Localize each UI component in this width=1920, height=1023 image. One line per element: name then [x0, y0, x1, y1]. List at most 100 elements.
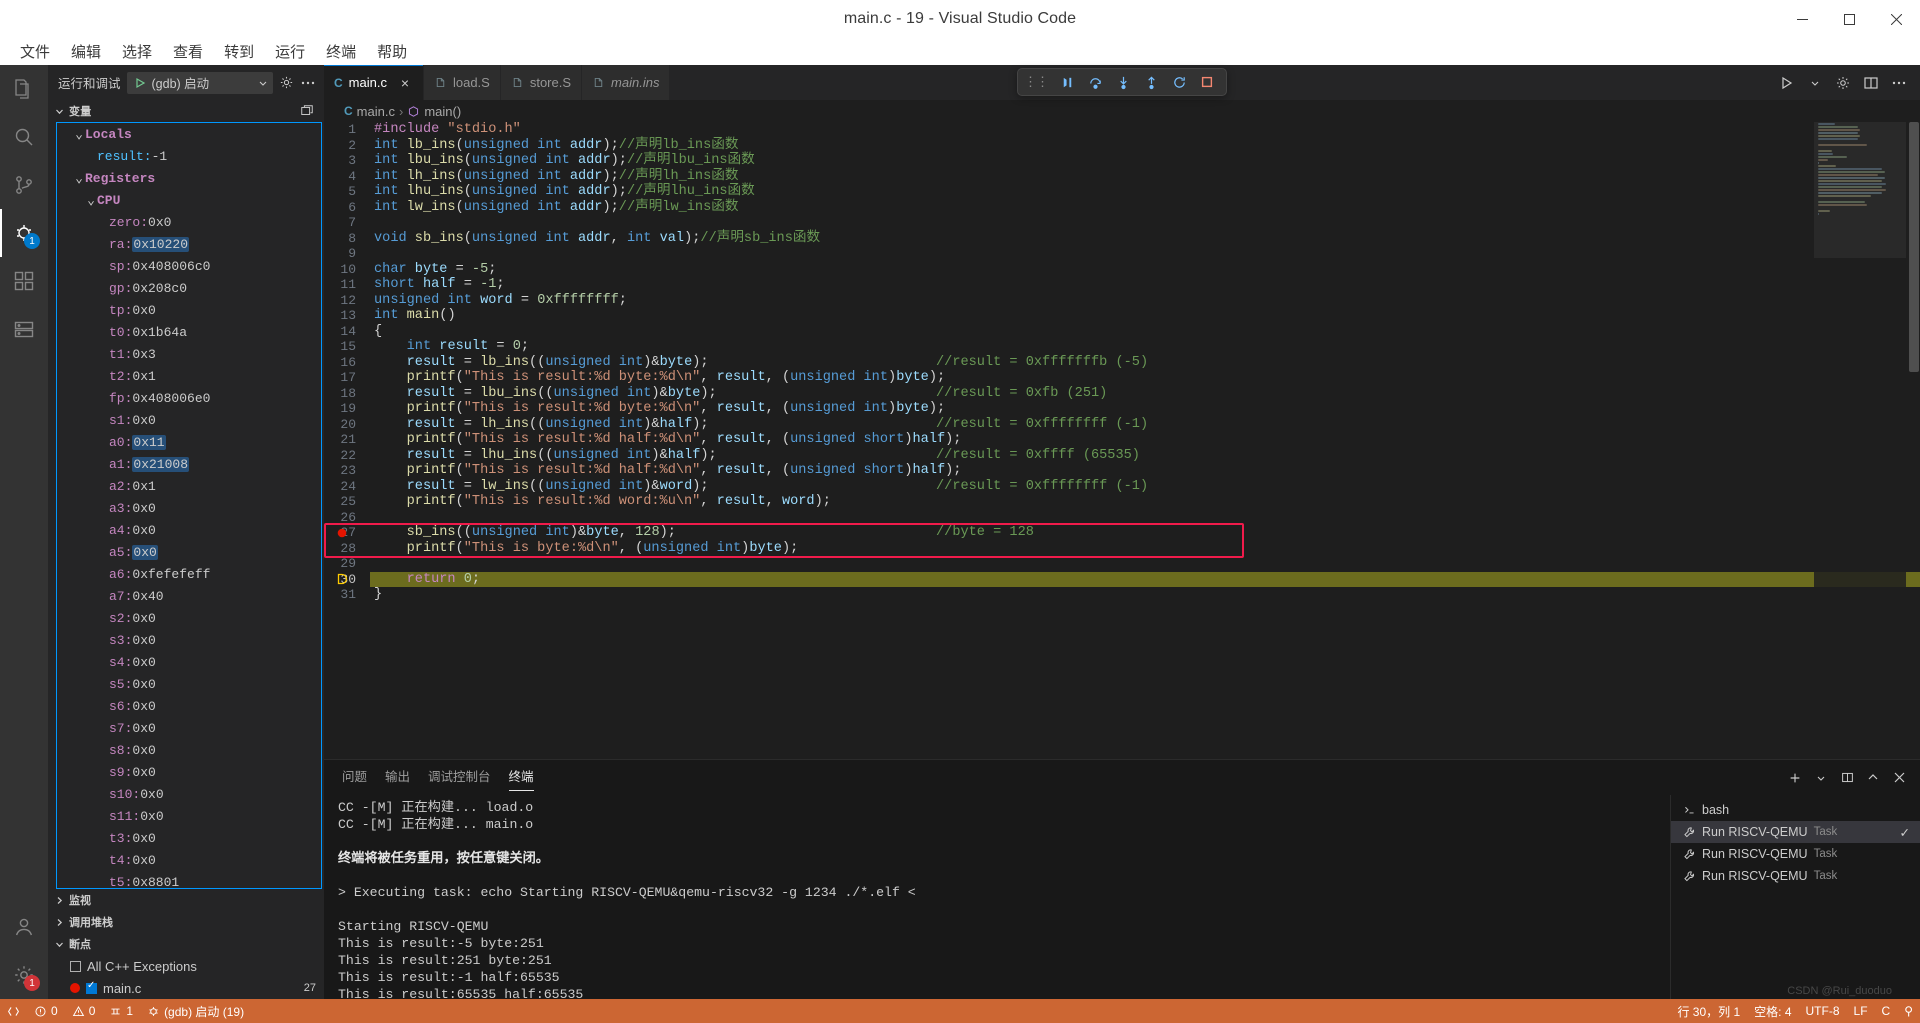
split-terminal-icon[interactable]: [1836, 767, 1858, 789]
code-text[interactable]: }: [370, 587, 1920, 603]
variable-row[interactable]: a5: 0x0: [57, 541, 321, 563]
code-line[interactable]: 28 printf("This is byte:%d\n", (unsigned…: [324, 541, 1920, 557]
code-line[interactable]: 2int lb_ins(unsigned int addr);//声明lb_in…: [324, 138, 1920, 154]
code-line[interactable]: 13int main(): [324, 308, 1920, 324]
tab-store-s[interactable]: store.S: [501, 65, 582, 100]
code-text[interactable]: printf("This is byte:%d\n", (unsigned in…: [370, 541, 1920, 557]
editor-scrollbar[interactable]: [1906, 122, 1920, 759]
code-line[interactable]: 15 int result = 0;: [324, 339, 1920, 355]
more-actions-icon[interactable]: [1886, 70, 1912, 96]
breakpoints-header[interactable]: 断点: [48, 933, 324, 955]
tab-problems[interactable]: 问题: [342, 766, 367, 789]
terminal-list-item[interactable]: Run RISCV-QEMUTask: [1671, 865, 1920, 887]
code-line[interactable]: 18 result = lbu_ins((unsigned int)&byte)…: [324, 386, 1920, 402]
code-text[interactable]: short half = -1;: [370, 277, 1920, 293]
variable-row[interactable]: t2: 0x1: [57, 365, 321, 387]
code-text[interactable]: sb_ins((unsigned int)&byte, 128);//byte …: [370, 525, 1920, 541]
code-line[interactable]: 21 printf("This is result:%d half:%d\n",…: [324, 432, 1920, 448]
variable-row[interactable]: a7: 0x40: [57, 585, 321, 607]
code-line[interactable]: 20 result = lh_ins((unsigned int)&half);…: [324, 417, 1920, 433]
tab-main-c[interactable]: C main.c ×: [324, 65, 424, 100]
twisty-icon[interactable]: ⌄: [73, 127, 85, 142]
code-line[interactable]: 26: [324, 510, 1920, 526]
status-eol[interactable]: LF: [1847, 999, 1875, 1023]
checkbox[interactable]: [70, 961, 81, 972]
step-into-button[interactable]: [1110, 70, 1136, 94]
variable-row[interactable]: s3: 0x0: [57, 629, 321, 651]
code-text[interactable]: int lbu_ins(unsigned int addr);//声明lbu_i…: [370, 153, 1920, 169]
terminal-tabs-list[interactable]: bashRun RISCV-QEMUTask✓Run RISCV-QEMUTas…: [1670, 795, 1920, 999]
code-line[interactable]: 5int lhu_ins(unsigned int addr);//声明lhu_…: [324, 184, 1920, 200]
close-icon[interactable]: ×: [397, 75, 413, 91]
variables-header[interactable]: 变量: [48, 100, 324, 122]
variable-row[interactable]: t0: 0x1b64a: [57, 321, 321, 343]
variable-row[interactable]: s11: 0x0: [57, 805, 321, 827]
step-over-button[interactable]: [1082, 70, 1108, 94]
split-editor-icon[interactable]: [1858, 70, 1884, 96]
code-line[interactable]: 22 result = lhu_ins((unsigned int)&half)…: [324, 448, 1920, 464]
variable-row[interactable]: s9: 0x0: [57, 761, 321, 783]
run-or-debug-icon[interactable]: [1774, 70, 1800, 96]
breakpoint-item-mainc[interactable]: main.c 27: [48, 977, 324, 999]
code-text[interactable]: result = lbu_ins((unsigned int)&byte);//…: [370, 386, 1920, 402]
activity-explorer[interactable]: [0, 65, 48, 113]
ellipsis-icon[interactable]: [300, 76, 316, 90]
status-forwarded-ports[interactable]: 1: [102, 999, 140, 1023]
variable-row[interactable]: fp: 0x408006e0: [57, 387, 321, 409]
code-text[interactable]: unsigned int word = 0xffffffff;: [370, 293, 1920, 309]
code-text[interactable]: int result = 0;: [370, 339, 1920, 355]
watch-header[interactable]: 监视: [48, 889, 324, 911]
code-text[interactable]: result = lb_ins((unsigned int)&byte);//r…: [370, 355, 1920, 371]
variable-row[interactable]: s6: 0x0: [57, 695, 321, 717]
code-line[interactable]: 24 result = lw_ins((unsigned int)&word);…: [324, 479, 1920, 495]
settings-icon[interactable]: [1830, 70, 1856, 96]
status-cursor-position[interactable]: 行 30，列 1: [1670, 999, 1747, 1023]
variables-tree[interactable]: ⌄Localsresult: -1⌄Registers⌄CPUzero: 0x0…: [56, 122, 322, 889]
code-line[interactable]: 4int lh_ins(unsigned int addr);//声明lh_in…: [324, 169, 1920, 185]
code-editor[interactable]: 1#include "stdio.h"2int lb_ins(unsigned …: [324, 122, 1920, 759]
code-text[interactable]: char byte = -5;: [370, 262, 1920, 278]
breadcrumb-symbol[interactable]: main(): [424, 104, 461, 119]
status-encoding[interactable]: UTF-8: [1799, 999, 1847, 1023]
variable-row[interactable]: ⌄CPU: [57, 189, 321, 211]
maximize-panel-icon[interactable]: [1862, 767, 1884, 789]
continue-button[interactable]: [1054, 70, 1080, 94]
variable-row[interactable]: s10: 0x0: [57, 783, 321, 805]
breakpoint-glyph-icon[interactable]: [332, 525, 352, 541]
variable-row[interactable]: t5: 0x8801: [57, 871, 321, 889]
code-text[interactable]: #include "stdio.h": [370, 122, 1920, 138]
tab-terminal[interactable]: 终端: [509, 766, 534, 789]
code-line[interactable]: 7: [324, 215, 1920, 231]
terminal-list-item[interactable]: Run RISCV-QEMUTask: [1671, 843, 1920, 865]
code-text[interactable]: printf("This is result:%d half:%d\n", re…: [370, 463, 1920, 479]
menu-edit[interactable]: 编辑: [63, 39, 109, 64]
twisty-icon[interactable]: ⌄: [73, 171, 85, 186]
checkbox[interactable]: [86, 983, 97, 994]
breadcrumb-file[interactable]: main.c: [357, 104, 395, 119]
code-line[interactable]: 3int lbu_ins(unsigned int addr);//声明lbu_…: [324, 153, 1920, 169]
chevron-down-icon[interactable]: [1802, 70, 1828, 96]
variable-row[interactable]: a3: 0x0: [57, 497, 321, 519]
code-text[interactable]: result = lhu_ins((unsigned int)&half);//…: [370, 448, 1920, 464]
menu-view[interactable]: 查看: [165, 39, 211, 64]
code-text[interactable]: printf("This is result:%d word:%u\n", re…: [370, 494, 1920, 510]
code-line[interactable]: 11short half = -1;: [324, 277, 1920, 293]
close-panel-icon[interactable]: [1888, 767, 1910, 789]
menu-help[interactable]: 帮助: [369, 39, 415, 64]
variable-row[interactable]: t1: 0x3: [57, 343, 321, 365]
variable-row[interactable]: s1: 0x0: [57, 409, 321, 431]
maximize-button[interactable]: [1826, 0, 1873, 38]
stop-button[interactable]: [1194, 70, 1220, 94]
restart-button[interactable]: [1166, 70, 1192, 94]
terminal-list-item[interactable]: bash: [1671, 799, 1920, 821]
variable-row[interactable]: zero: 0x0: [57, 211, 321, 233]
code-text[interactable]: int lh_ins(unsigned int addr);//声明lh_ins…: [370, 169, 1920, 185]
code-line[interactable]: 14{: [324, 324, 1920, 340]
variable-row[interactable]: a2: 0x1: [57, 475, 321, 497]
variable-row[interactable]: s8: 0x0: [57, 739, 321, 761]
status-debug-session[interactable]: (gdb) 启动 (19): [140, 999, 251, 1023]
variable-row[interactable]: t3: 0x0: [57, 827, 321, 849]
terminal-list-item[interactable]: Run RISCV-QEMUTask✓: [1671, 821, 1920, 843]
menu-run[interactable]: 运行: [267, 39, 313, 64]
activity-source-control[interactable]: [0, 161, 48, 209]
